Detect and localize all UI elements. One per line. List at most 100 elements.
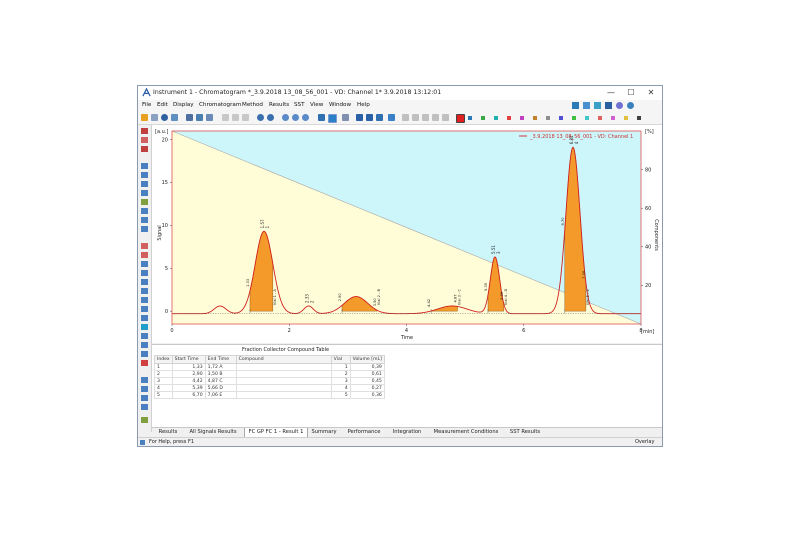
integration-tool-icon[interactable]: [141, 279, 148, 285]
color-swatch[interactable]: [624, 116, 628, 120]
baseline-tool-icon[interactable]: [141, 226, 148, 232]
color-swatch[interactable]: [585, 116, 589, 120]
redo-icon[interactable]: [267, 114, 274, 121]
baseline-tool-icon[interactable]: [141, 172, 148, 178]
column-header[interactable]: Start Time: [171, 355, 206, 364]
baseline-tool-icon[interactable]: [141, 199, 148, 205]
tab-all-signals-results[interactable]: All Signals Results: [184, 428, 242, 437]
baseline-tool-icon[interactable]: [141, 217, 148, 223]
peak-tool-icon[interactable]: [342, 114, 349, 121]
integration-tool-icon[interactable]: [141, 360, 148, 366]
save-icon[interactable]: [151, 114, 158, 121]
integration-tool-icon[interactable]: [141, 243, 148, 249]
open-icon[interactable]: [141, 114, 148, 121]
display-mode-icon[interactable]: [328, 114, 337, 123]
color-swatch[interactable]: [598, 116, 602, 120]
menu-view[interactable]: View: [310, 100, 323, 111]
baseline-tool-icon[interactable]: [141, 163, 148, 169]
table-row[interactable]: 3 4,42 4,87 C 3 0,45: [154, 377, 385, 385]
table-row[interactable]: 4 5,39 5,66 D 4 0,27: [154, 384, 385, 392]
peak-tool-icon[interactable]: [141, 137, 148, 143]
color-swatch[interactable]: [572, 116, 576, 120]
color-swatch[interactable]: [533, 116, 537, 120]
tab-sst-results[interactable]: SST Results: [506, 428, 544, 437]
web-icon[interactable]: [627, 102, 634, 109]
stop-icon[interactable]: [161, 114, 168, 121]
help-icon[interactable]: [616, 102, 623, 109]
color-swatch[interactable]: [494, 116, 498, 120]
spectrum-tool-icon[interactable]: [141, 395, 148, 401]
color-swatch[interactable]: [507, 116, 511, 120]
next-icon[interactable]: [422, 114, 429, 121]
spectrum-tool-icon[interactable]: [141, 377, 148, 383]
integration-tool-icon[interactable]: [141, 270, 148, 276]
fit-icon[interactable]: [366, 114, 373, 121]
tab-integration[interactable]: Integration: [388, 428, 426, 437]
color-swatch[interactable]: [637, 116, 641, 120]
color-swatch[interactable]: [481, 116, 485, 120]
column-header[interactable]: End Time: [204, 355, 237, 364]
calibration-icon[interactable]: [605, 102, 612, 109]
color-swatch[interactable]: [546, 116, 550, 120]
paste-icon[interactable]: [242, 114, 249, 121]
tab-results[interactable]: Results: [154, 428, 182, 437]
baseline-tool-icon[interactable]: [141, 181, 148, 187]
column-header[interactable]: Index: [154, 355, 173, 364]
integration-tool-icon[interactable]: [141, 252, 148, 258]
print-preview-icon[interactable]: [196, 114, 203, 121]
panel-toggle-icon[interactable]: [140, 440, 145, 445]
last-icon[interactable]: [432, 114, 439, 121]
integration-tool-icon[interactable]: [141, 306, 148, 312]
column-header[interactable]: Volume [mL]: [349, 355, 385, 364]
baseline-tool-icon[interactable]: [141, 190, 148, 196]
spectrum-tool-icon[interactable]: [141, 386, 148, 392]
measure-icon[interactable]: [376, 114, 383, 121]
integration-tool-icon[interactable]: [141, 324, 148, 330]
print-icon[interactable]: [186, 114, 193, 121]
integration-tool-icon[interactable]: [141, 261, 148, 267]
layout-icon[interactable]: [388, 114, 395, 121]
overlay-icon[interactable]: [583, 102, 590, 109]
color-swatch[interactable]: [559, 116, 563, 120]
integration-tool-icon[interactable]: [141, 342, 148, 348]
table-row[interactable]: 2 2,90 3,50 B 2 0,61: [154, 370, 385, 378]
menu-help[interactable]: Help: [357, 100, 370, 111]
color-picker-icon[interactable]: [456, 114, 465, 123]
baseline-tool-icon[interactable]: [141, 208, 148, 214]
menu-edit[interactable]: Edit: [157, 100, 168, 111]
column-header[interactable]: Vial: [330, 355, 351, 364]
integration-tool-icon[interactable]: [141, 297, 148, 303]
integration-tool-icon[interactable]: [141, 315, 148, 321]
zoom-out-icon[interactable]: [292, 114, 299, 121]
column-header[interactable]: Compound: [235, 355, 332, 364]
copy-icon[interactable]: [232, 114, 239, 121]
minimize-button[interactable]: —: [601, 86, 621, 100]
close-button[interactable]: ✕: [641, 86, 661, 100]
previous-icon[interactable]: [412, 114, 419, 121]
undo-icon[interactable]: [257, 114, 264, 121]
tab-summary[interactable]: Summary: [308, 428, 340, 437]
menu-results[interactable]: Results: [269, 100, 289, 111]
cut-icon[interactable]: [222, 114, 229, 121]
integration-tool-icon[interactable]: [141, 333, 148, 339]
list-icon[interactable]: [442, 114, 449, 121]
menu-file[interactable]: File: [142, 100, 151, 111]
table-row[interactable]: 5 6,70 7,06 E 5 0,36: [154, 391, 385, 399]
menu-sst[interactable]: SST: [294, 100, 305, 111]
color-swatch[interactable]: [520, 116, 524, 120]
color-swatch[interactable]: [611, 116, 615, 120]
color-swatch[interactable]: [468, 116, 472, 120]
zoom-in-icon[interactable]: [282, 114, 289, 121]
integration-tool-icon[interactable]: [318, 114, 325, 121]
save-report-icon[interactable]: [572, 102, 579, 109]
spectrum-tool-icon[interactable]: [141, 417, 148, 423]
table-row[interactable]: 1 1,33 1,72 A 1 0,39: [154, 363, 385, 371]
spectrum-tool-icon[interactable]: [141, 404, 148, 410]
chromatogram-plot[interactable]: Vial 1 - A Vial 2 - B Vial 3 - C Vial 4 - D…: [152, 125, 662, 343]
integration-tool-icon[interactable]: [141, 288, 148, 294]
move-icon[interactable]: [356, 114, 363, 121]
integration-tool-icon[interactable]: [141, 351, 148, 357]
menu-method[interactable]: Method: [242, 100, 263, 111]
tab-performance[interactable]: Performance: [342, 428, 386, 437]
image-icon[interactable]: [594, 102, 601, 109]
